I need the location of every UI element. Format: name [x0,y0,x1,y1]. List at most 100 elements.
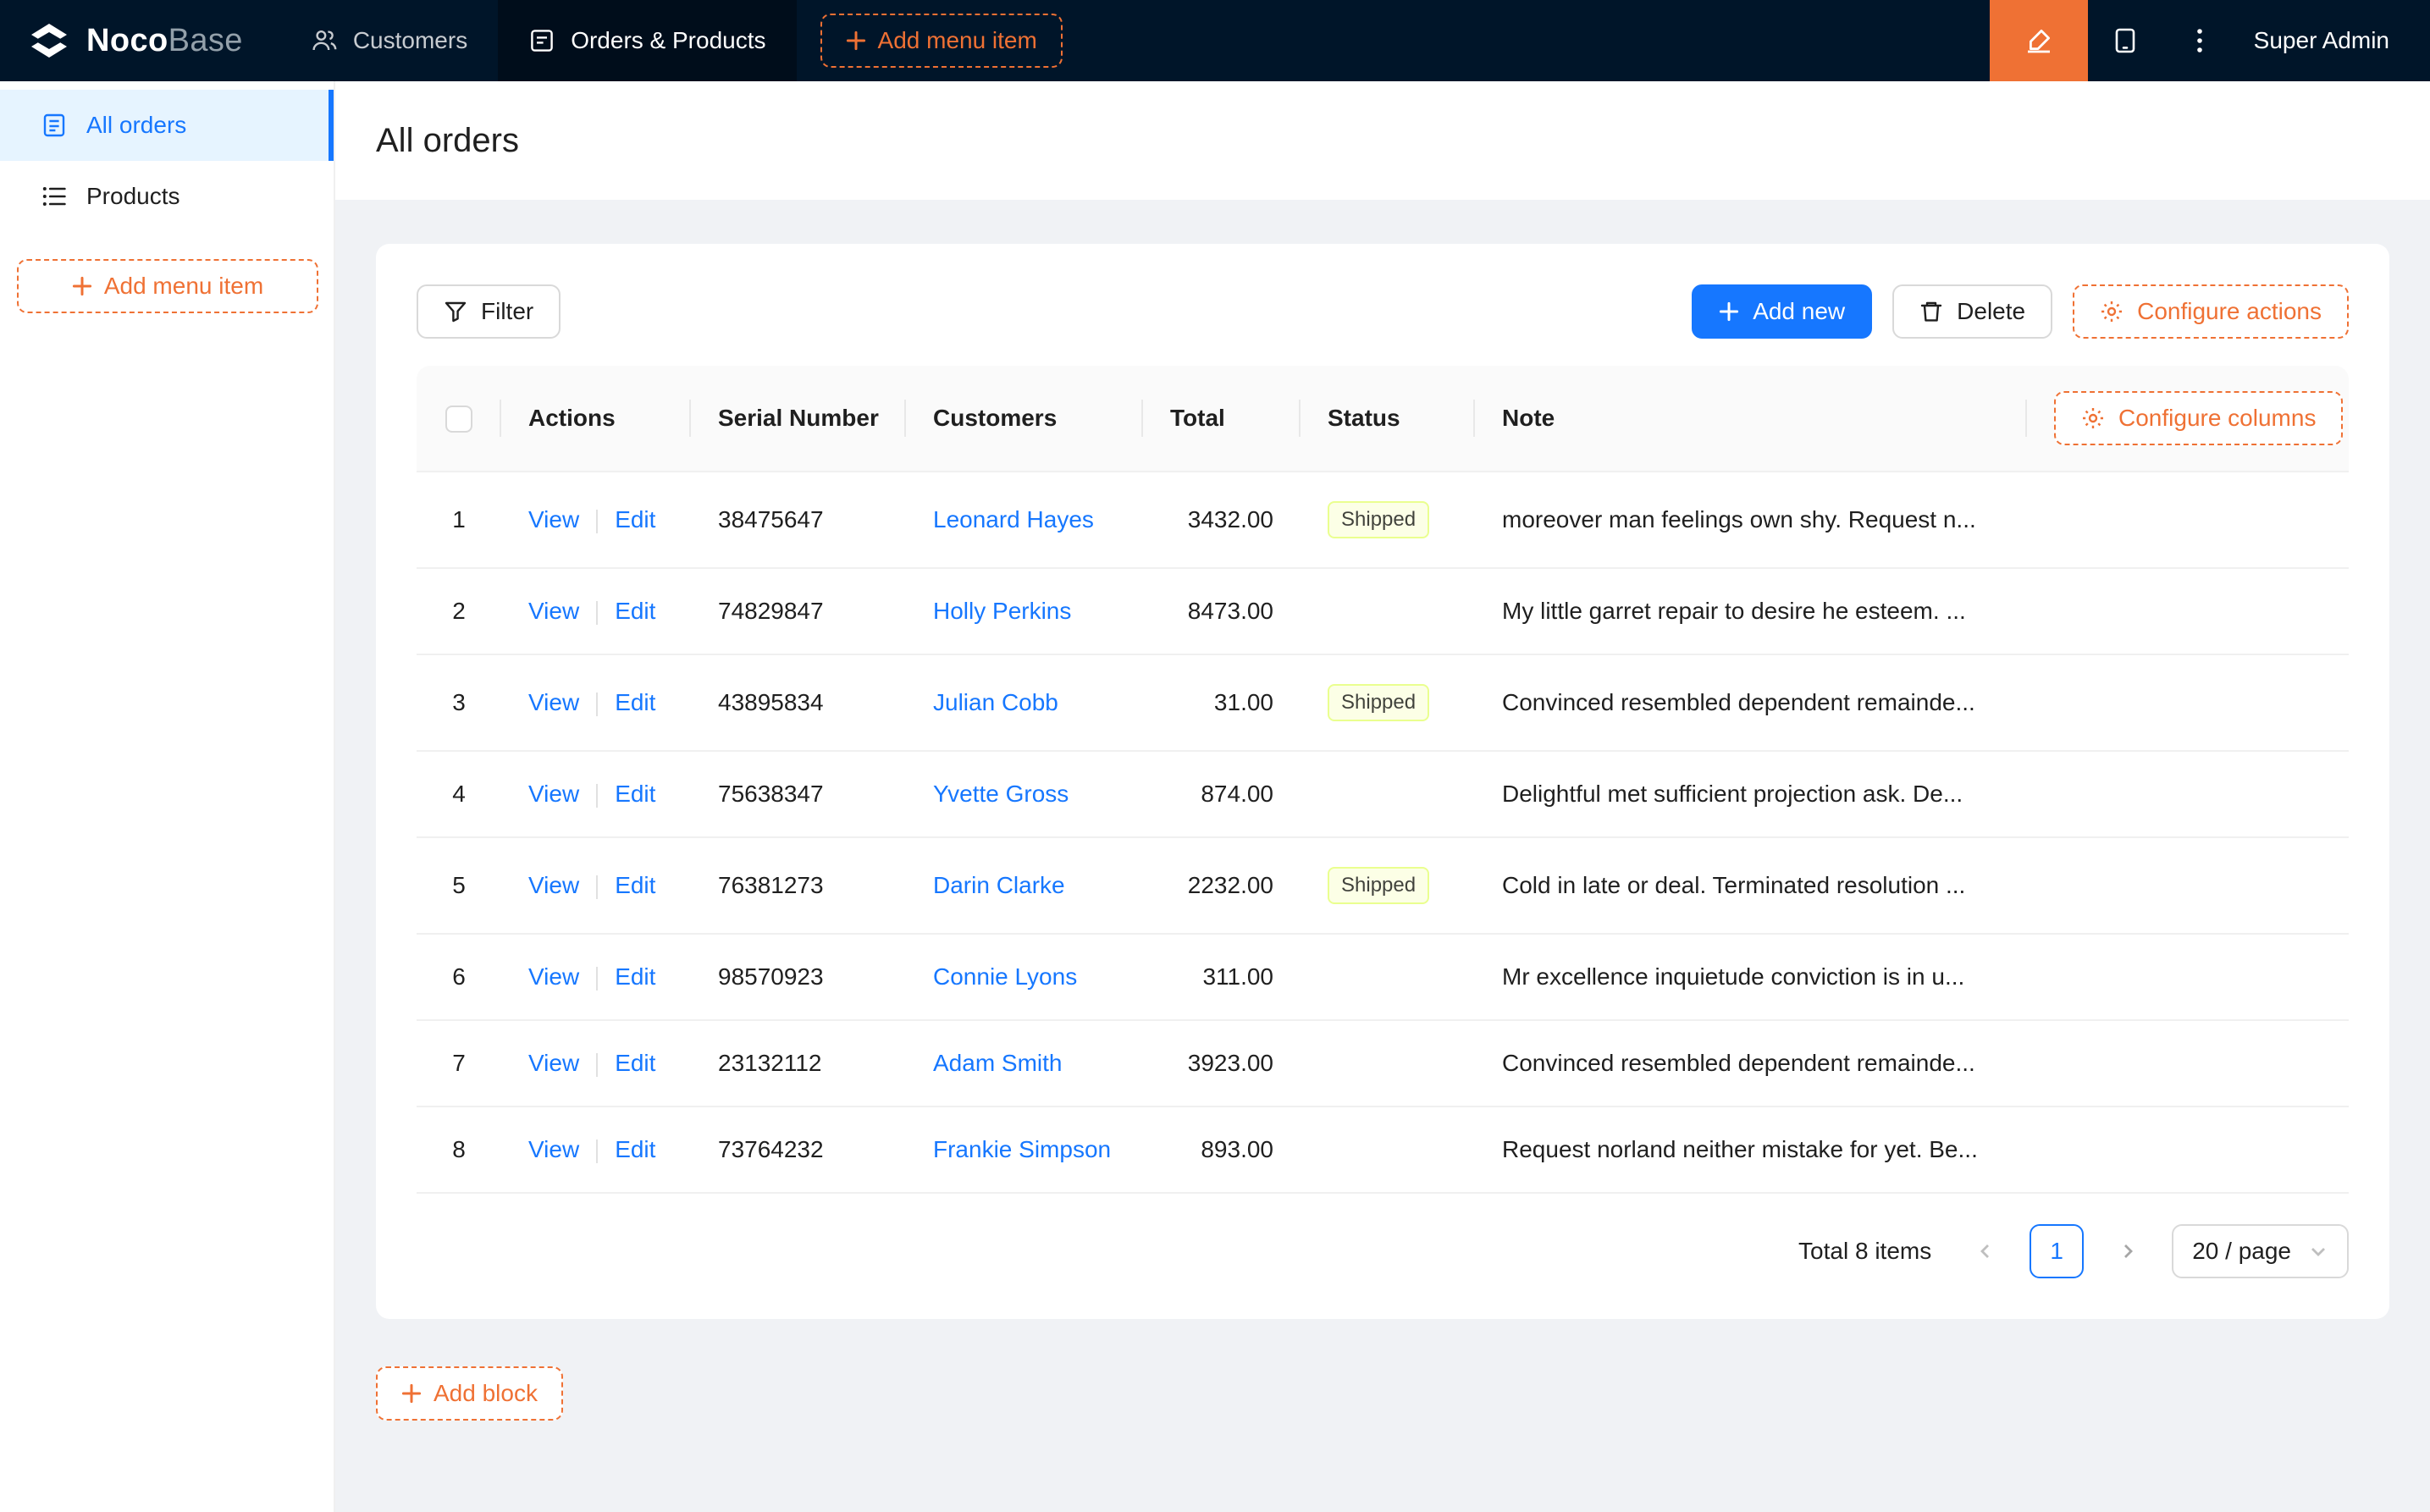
nav-item-label: Orders & Products [571,27,766,53]
add-menu-item-label: Add menu item [103,273,264,299]
ui-editor-button[interactable] [1989,0,2088,81]
view-link[interactable]: View [528,506,579,533]
nav-item-customers[interactable]: Customers [280,0,498,81]
column-header-note: Note [1475,366,2027,472]
pagination-total: Total 8 items [1798,1238,1932,1264]
edit-link[interactable]: Edit [615,781,655,807]
view-link[interactable]: View [528,1136,579,1162]
customer-link[interactable]: Connie Lyons [933,963,1077,990]
total-cell: 3432.00 [1143,472,1301,569]
edit-link[interactable]: Edit [615,1050,655,1076]
view-link[interactable]: View [528,781,579,807]
customer-link[interactable]: Julian Cobb [933,689,1058,715]
brand-name-secondary: Base [168,22,243,58]
table-row: 7 View Edit 23132112 Adam Smith 3923.00 C… [417,1020,2349,1107]
nocobase-logo-icon [27,19,71,63]
more-options-button[interactable] [2162,0,2237,81]
note-cell: My little garret repair to desire he est… [1475,568,2027,655]
page-header: All orders [335,81,2430,200]
serial-number-cell: 73764232 [691,1106,906,1194]
customer-link[interactable]: Frankie Simpson [933,1136,1111,1162]
page-1-button[interactable]: 1 [2030,1224,2085,1278]
edit-link[interactable]: Edit [615,1136,655,1162]
customer-link[interactable]: Yvette Gross [933,781,1069,807]
view-link[interactable]: View [528,963,579,990]
filter-label: Filter [481,298,534,324]
edit-link[interactable]: Edit [615,689,655,715]
tablet-icon [2110,25,2140,56]
configure-columns-button[interactable]: Configure columns [2054,391,2344,445]
row-index: 4 [452,781,466,807]
column-header-total: Total [1143,366,1301,472]
delete-button[interactable]: Delete [1892,284,2053,339]
note-cell: moreover man feelings own shy. Request n… [1475,472,2027,569]
prev-page-button[interactable] [1958,1224,2013,1278]
note-cell: Convinced resembled dependent remainde..… [1475,1020,2027,1107]
view-link[interactable]: View [528,598,579,624]
column-header-serial-number: Serial Number [691,366,906,472]
status-tag: Shipped [1328,684,1430,721]
configure-actions-button[interactable]: Configure actions [2073,284,2349,339]
edit-link[interactable]: Edit [615,598,655,624]
configure-columns-label: Configure columns [2118,405,2317,431]
view-link[interactable]: View [528,1050,579,1076]
chevron-down-icon [2308,1241,2328,1261]
nav-item-label: Customers [352,27,468,53]
customer-link[interactable]: Adam Smith [933,1050,1063,1076]
add-block-button[interactable]: Add block [376,1366,563,1421]
table-header: Actions Serial Number Customers Total St… [417,366,2349,472]
serial-number-cell: 38475647 [691,472,906,569]
brand[interactable]: NocoBase [0,0,280,81]
row-index: 7 [452,1050,466,1076]
sidebar-item-products[interactable]: Products [0,161,334,232]
plus-icon [1719,301,1739,322]
edit-link[interactable]: Edit [615,963,655,990]
edit-link[interactable]: Edit [615,506,655,533]
total-cell: 31.00 [1143,654,1301,752]
next-page-button[interactable] [2101,1224,2155,1278]
user-name[interactable]: Super Admin [2254,27,2389,54]
mobile-preview-button[interactable] [2088,0,2162,81]
sidebar: All orders Products Add menu item [0,81,335,1512]
select-all-checkbox[interactable] [445,405,472,433]
customer-link[interactable]: Darin Clarke [933,872,1065,898]
highlighter-icon [2024,25,2054,56]
page-size-value: 20 / page [2192,1238,2291,1264]
total-cell: 8473.00 [1143,568,1301,655]
ellipsis-vertical-icon [2196,27,2203,54]
topbar-right: Super Admin [1989,0,2430,81]
view-link[interactable]: View [528,689,579,715]
note-cell: Delightful met sufficient projection ask… [1475,751,2027,838]
filter-button[interactable]: Filter [417,284,561,339]
top-header: NocoBase Customers Orders & Products Add… [0,0,2430,81]
serial-number-cell: 76381273 [691,837,906,935]
add-new-button[interactable]: Add new [1692,284,1873,339]
table-toolbar: Filter Add new Delete Configure actions [417,284,2349,339]
page-size-select[interactable]: 20 / page [2172,1224,2349,1278]
add-menu-item-button-top[interactable]: Add menu item [820,14,1063,68]
brand-name: NocoBase [86,23,243,59]
add-menu-item-label: Add menu item [877,27,1037,53]
trash-icon [1919,300,1943,323]
total-cell: 874.00 [1143,751,1301,838]
customer-link[interactable]: Leonard Hayes [933,506,1094,533]
table-row: 8 View Edit 73764232 Frankie Simpson 893.… [417,1106,2349,1194]
plus-icon [401,1383,422,1404]
gear-icon [2100,300,2123,323]
row-index: 5 [452,872,466,898]
nav-item-orders-products[interactable]: Orders & Products [498,0,797,81]
orders-table-block: Filter Add new Delete Configure actions … [376,244,2389,1319]
list-icon [41,183,68,210]
configure-actions-label: Configure actions [2137,298,2322,324]
sidebar-item-all-orders[interactable]: All orders [0,90,334,161]
customer-link[interactable]: Holly Perkins [933,598,1071,624]
table-row: 5 View Edit 76381273 Darin Clarke 2232.00… [417,837,2349,935]
row-index: 2 [452,598,466,624]
add-menu-item-button-sidebar[interactable]: Add menu item [17,259,318,313]
edit-link[interactable]: Edit [615,872,655,898]
page-content: Filter Add new Delete Configure actions … [335,200,2430,1488]
toolbar-right: Add new Delete Configure actions [1692,284,2349,339]
action-divider [596,966,599,991]
view-link[interactable]: View [528,872,579,898]
chevron-right-icon [2118,1241,2138,1261]
